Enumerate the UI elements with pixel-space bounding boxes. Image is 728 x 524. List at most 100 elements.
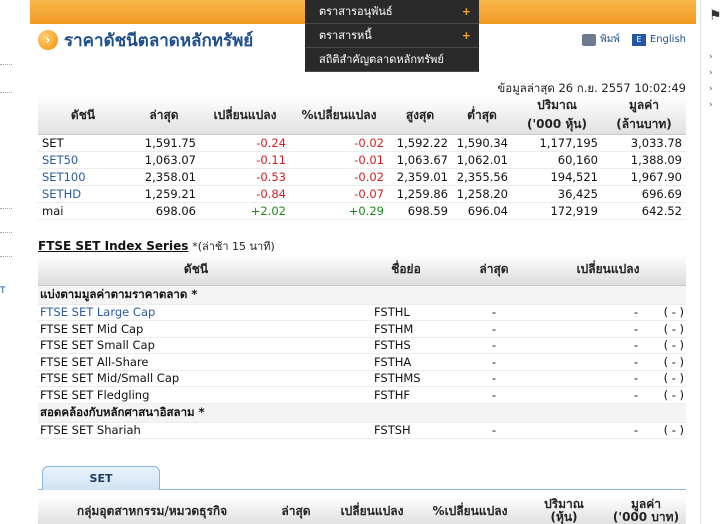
ftse-last: -	[458, 353, 530, 371]
col-header-value: มูลค่า (ล้านบาท)	[602, 96, 686, 135]
menu-item-label: สถิติสำคัญตลาดหลักทรัพย์	[319, 53, 444, 66]
value-value: 3,033.78	[602, 134, 686, 152]
col-header-high: สูงสุด	[388, 96, 452, 135]
table-row: FTSE SET Mid Cap FSTHM - - ( - )	[38, 320, 686, 338]
low-value: 1,258.20	[452, 185, 512, 203]
volume-value: 194,521	[512, 168, 602, 186]
divider	[0, 256, 12, 257]
divider	[0, 92, 12, 93]
arrow-circle-icon: ›	[38, 30, 58, 50]
group-label-shariah: สอดคล้องกับหลักศาสนาอิสลาม *	[38, 403, 686, 423]
volume-value: 36,425	[512, 185, 602, 203]
high-value: 698.59	[388, 202, 452, 220]
volume-value: 172,919	[512, 202, 602, 220]
ftse-pct: ( - )	[640, 337, 686, 354]
ftse-symbol: FSTHA	[354, 353, 458, 371]
high-value: 1,592.22	[388, 134, 452, 152]
low-value: 1,062.01	[452, 151, 512, 169]
index-name[interactable]: SET100	[38, 168, 128, 186]
ftse-index-name[interactable]: FTSE SET Small Cap	[38, 337, 354, 354]
ftse-pct: ( - )	[640, 386, 686, 404]
ftse-change: -	[530, 422, 640, 439]
menu-item-bonds[interactable]: ตราสารหนี้ +	[305, 24, 479, 48]
high-value: 1,259.86	[388, 185, 452, 203]
divider	[0, 208, 12, 209]
index-name[interactable]: SETHD	[38, 185, 128, 203]
group-row: แบ่งตามมูลค่าตามราคาตลาด *	[38, 285, 686, 305]
ftse-last: -	[458, 370, 530, 387]
menu-item-derivatives[interactable]: ตราสารอนุพันธ์ +	[305, 0, 479, 24]
ftse-symbol: FSTHMS	[354, 370, 458, 387]
ftse-index-name[interactable]: FTSE SET Fledgling	[38, 386, 354, 404]
index-name[interactable]: SET50	[38, 151, 128, 169]
index-name[interactable]: mai	[38, 202, 128, 220]
value-value: 696.69	[602, 185, 686, 203]
table-row: FTSE SET All-Share FSTHA - - ( - )	[38, 353, 686, 371]
group-label-market-cap: แบ่งตามมูลค่าตามราคาตลาด *	[38, 285, 686, 305]
table-row: SET 1,591.75 -0.24 -0.02 1,592.22 1,590.…	[38, 134, 686, 152]
divider	[0, 64, 12, 65]
ftse-symbol: FSTHS	[354, 337, 458, 354]
col-header-symbol: ชื่อย่อ	[354, 255, 458, 286]
ftse-pct: ( - )	[640, 370, 686, 387]
tab-set[interactable]: SET	[42, 466, 160, 490]
table-row: FTSE SET Small Cap FSTHS - - ( - )	[38, 337, 686, 354]
col-header-change: เปลี่ยนแปลง	[530, 255, 686, 286]
bullet-icon: ›	[709, 52, 713, 62]
col-header-low: ต่ำสุด	[452, 96, 512, 135]
ftse-symbol: FSTHL	[354, 304, 458, 321]
last-value: 1,259.21	[128, 185, 200, 203]
high-value: 2,359.01	[388, 168, 452, 186]
main-panel: ตราสารอนุพันธ์ + ตราสารหนี้ + สถิติสำคัญ…	[30, 0, 696, 524]
col-header-volume: ปริมาณ ('000 หุ้น)	[512, 96, 602, 135]
market-tabs: SET	[38, 466, 686, 490]
english-link[interactable]: English	[650, 34, 686, 45]
left-nav-fragment-text[interactable]: T	[0, 286, 6, 296]
print-icon[interactable]	[582, 33, 597, 46]
ftse-last: -	[458, 337, 530, 354]
col-header-last: ล่าสุด	[458, 255, 530, 286]
sector-table-header: กลุ่มอุตสาหกรรม/หมวดธุรกิจ ล่าสุด เปลี่ย…	[38, 496, 686, 524]
col-header-value: มูลค่า ('000 บาท)	[612, 497, 680, 524]
group-row: สอดคล้องกับหลักศาสนาอิสลาม *	[38, 403, 686, 423]
ftse-index-name[interactable]: FTSE SET Mid/Small Cap	[38, 370, 354, 387]
table-row: FTSE SET Mid/Small Cap FSTHMS - - ( - )	[38, 370, 686, 387]
col-header-index: ดัชนี	[38, 96, 128, 135]
ftse-index-name[interactable]: FTSE SET Mid Cap	[38, 320, 354, 338]
col-header-pct-change: %เปลี่ยนแปลง	[290, 96, 388, 135]
ftse-section-title: FTSE SET Index Series *(ล่าช้า 15 นาที)	[38, 237, 275, 255]
index-name[interactable]: SET	[38, 134, 128, 152]
ftse-last: -	[458, 304, 530, 321]
table-row: mai 698.06 +2.02 +0.29 698.59 696.04 172…	[38, 202, 686, 220]
col-header-index: ดัชนี	[38, 255, 354, 286]
ftse-change: -	[530, 386, 640, 404]
ftse-index-name[interactable]: FTSE SET Shariah	[38, 422, 354, 439]
col-header-change: เปลี่ยนแปลง	[200, 96, 290, 135]
ftse-title-link[interactable]: FTSE SET Index Series	[38, 239, 188, 253]
table-row: SET50 1,063.07 -0.11 -0.01 1,063.67 1,06…	[38, 151, 686, 169]
low-value: 696.04	[452, 202, 512, 220]
ftse-change: -	[530, 370, 640, 387]
ftse-index-name[interactable]: FTSE SET All-Share	[38, 353, 354, 371]
change-value: +2.02	[200, 202, 290, 220]
change-value: -0.53	[200, 168, 290, 186]
expand-icon: +	[461, 29, 471, 42]
table-row: SET100 2,358.01 -0.53 -0.02 2,359.01 2,3…	[38, 168, 686, 186]
ftse-pct: ( - )	[640, 353, 686, 371]
menu-item-statistics[interactable]: สถิติสำคัญตลาดหลักทรัพย์	[305, 48, 479, 72]
pct-change-value: -0.01	[290, 151, 388, 169]
high-value: 1,063.67	[388, 151, 452, 169]
pct-change-value: -0.07	[290, 185, 388, 203]
volume-value: 60,160	[512, 151, 602, 169]
index-table: ดัชนี ล่าสุด เปลี่ยนแปลง %เปลี่ยนแปลง สู…	[38, 96, 686, 220]
bullet-icon: ›	[709, 100, 713, 110]
volume-value: 1,177,195	[512, 134, 602, 152]
english-flag-icon[interactable]: E	[631, 33, 646, 46]
table-row: FTSE SET Fledgling FSTHF - - ( - )	[38, 386, 686, 404]
print-link[interactable]: พิมพ์	[600, 32, 620, 47]
ftse-index-name[interactable]: FTSE SET Large Cap	[38, 304, 354, 321]
ftse-pct: ( - )	[640, 422, 686, 439]
value-value: 1,967.90	[602, 168, 686, 186]
pct-change-value: -0.02	[290, 134, 388, 152]
last-value: 2,358.01	[128, 168, 200, 186]
